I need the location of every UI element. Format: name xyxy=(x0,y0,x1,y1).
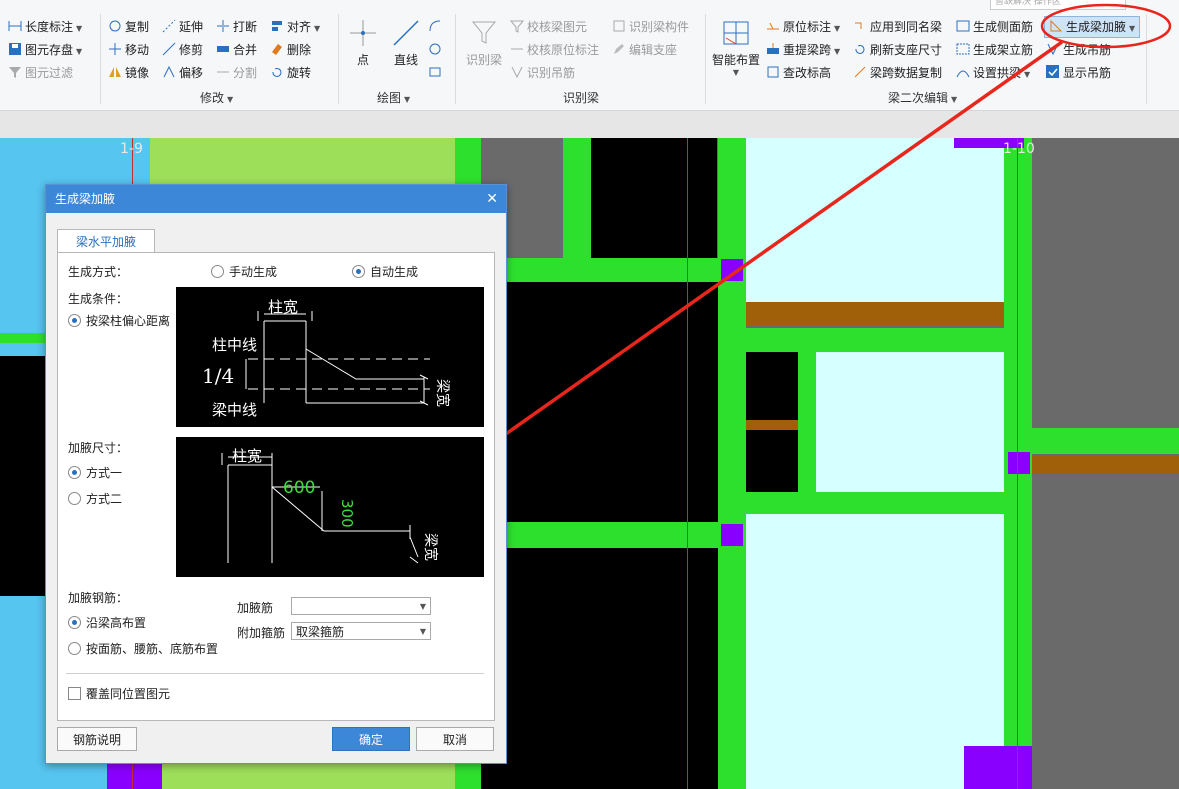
gen-condition-label: 生成条件： xyxy=(68,292,129,306)
size-diagram-drawing: 柱宽 600 300 梁宽 xyxy=(221,447,439,564)
close-icon[interactable]: ✕ xyxy=(486,185,498,213)
rebar-label: 加腋钢筋： xyxy=(68,591,129,605)
gen-method-label: 生成方式： xyxy=(68,265,129,279)
haunch-rebar-label: 加腋筋 xyxy=(237,601,274,615)
gen-haunch-dialog: 生成梁加腋 ✕ 梁水平加腋 生成方式： 手动生成 自动生成 生成条件： 按梁柱偏… xyxy=(45,184,507,764)
rebar-help-button[interactable]: 钢筋说明 xyxy=(57,727,137,751)
diagram2-height: 300 xyxy=(338,499,356,528)
radio-rebar-opt2[interactable]: 按面筋、腰筋、底筋布置 xyxy=(68,640,218,657)
dialog-titlebar[interactable]: 生成梁加腋 ✕ xyxy=(46,185,506,213)
diagram1-col-width: 柱宽 xyxy=(268,298,298,316)
diagram1-beam-center: 梁中线 xyxy=(212,401,257,419)
radio-off-icon xyxy=(68,492,81,505)
haunch-size-label: 加腋尺寸： xyxy=(68,441,129,455)
radio-off-icon xyxy=(211,265,224,278)
diagram1-beam-width: 梁宽 xyxy=(434,379,451,407)
radio-on-icon xyxy=(68,616,81,629)
radio-auto[interactable]: 自动生成 xyxy=(352,263,418,280)
tab-horizontal-haunch[interactable]: 梁水平加腋 xyxy=(57,229,155,254)
highlight-ellipse xyxy=(1040,3,1172,49)
diagram2-len: 600 xyxy=(283,478,315,498)
chevron-down-icon: ▼ xyxy=(419,627,426,636)
haunch-rebar-select[interactable]: ▼ xyxy=(291,597,431,615)
diagram2-beam-width: 梁宽 xyxy=(422,533,439,561)
radio-manual[interactable]: 手动生成 xyxy=(211,263,277,280)
radio-off-icon xyxy=(68,642,81,655)
radio-on-icon xyxy=(68,466,81,479)
overwrite-checkbox[interactable]: 覆盖同位置图元 xyxy=(68,685,170,702)
radio-size-option2[interactable]: 方式二 xyxy=(68,490,122,507)
condition-diagram-drawing: 柱宽 柱中线 1/4 梁中线 梁宽 xyxy=(202,298,451,419)
radio-on-icon xyxy=(68,314,81,327)
extra-stirrup-select[interactable]: 取梁箍筋 ▼ xyxy=(291,622,431,640)
diagram1-quarter: 1/4 xyxy=(202,364,234,388)
diagram2-col-width: 柱宽 xyxy=(232,447,262,465)
ok-button[interactable]: 确定 xyxy=(332,727,410,751)
cancel-button[interactable]: 取消 xyxy=(416,727,494,751)
checkbox-icon xyxy=(68,687,81,700)
radio-rebar-opt1[interactable]: 沿梁高布置 xyxy=(68,614,146,631)
chevron-down-icon: ▼ xyxy=(419,602,426,611)
condition-diagram: 柱宽 柱中线 1/4 梁中线 梁宽 xyxy=(176,287,484,427)
divider xyxy=(66,673,484,674)
radio-size-option1[interactable]: 方式一 xyxy=(68,464,122,481)
pointer-arrow xyxy=(474,40,1064,457)
extra-stirrup-label: 附加箍筋 xyxy=(237,626,286,640)
diagram1-col-center: 柱中线 xyxy=(212,336,257,354)
radio-on-icon xyxy=(352,265,365,278)
size-diagram: 柱宽 600 300 梁宽 xyxy=(176,437,484,577)
radio-condition[interactable]: 按梁柱偏心距离 xyxy=(68,312,170,329)
dialog-panel: 生成方式： 手动生成 自动生成 生成条件： 按梁柱偏心距离 柱宽 柱中线 1/4… xyxy=(57,252,495,721)
dialog-title: 生成梁加腋 xyxy=(55,192,116,206)
